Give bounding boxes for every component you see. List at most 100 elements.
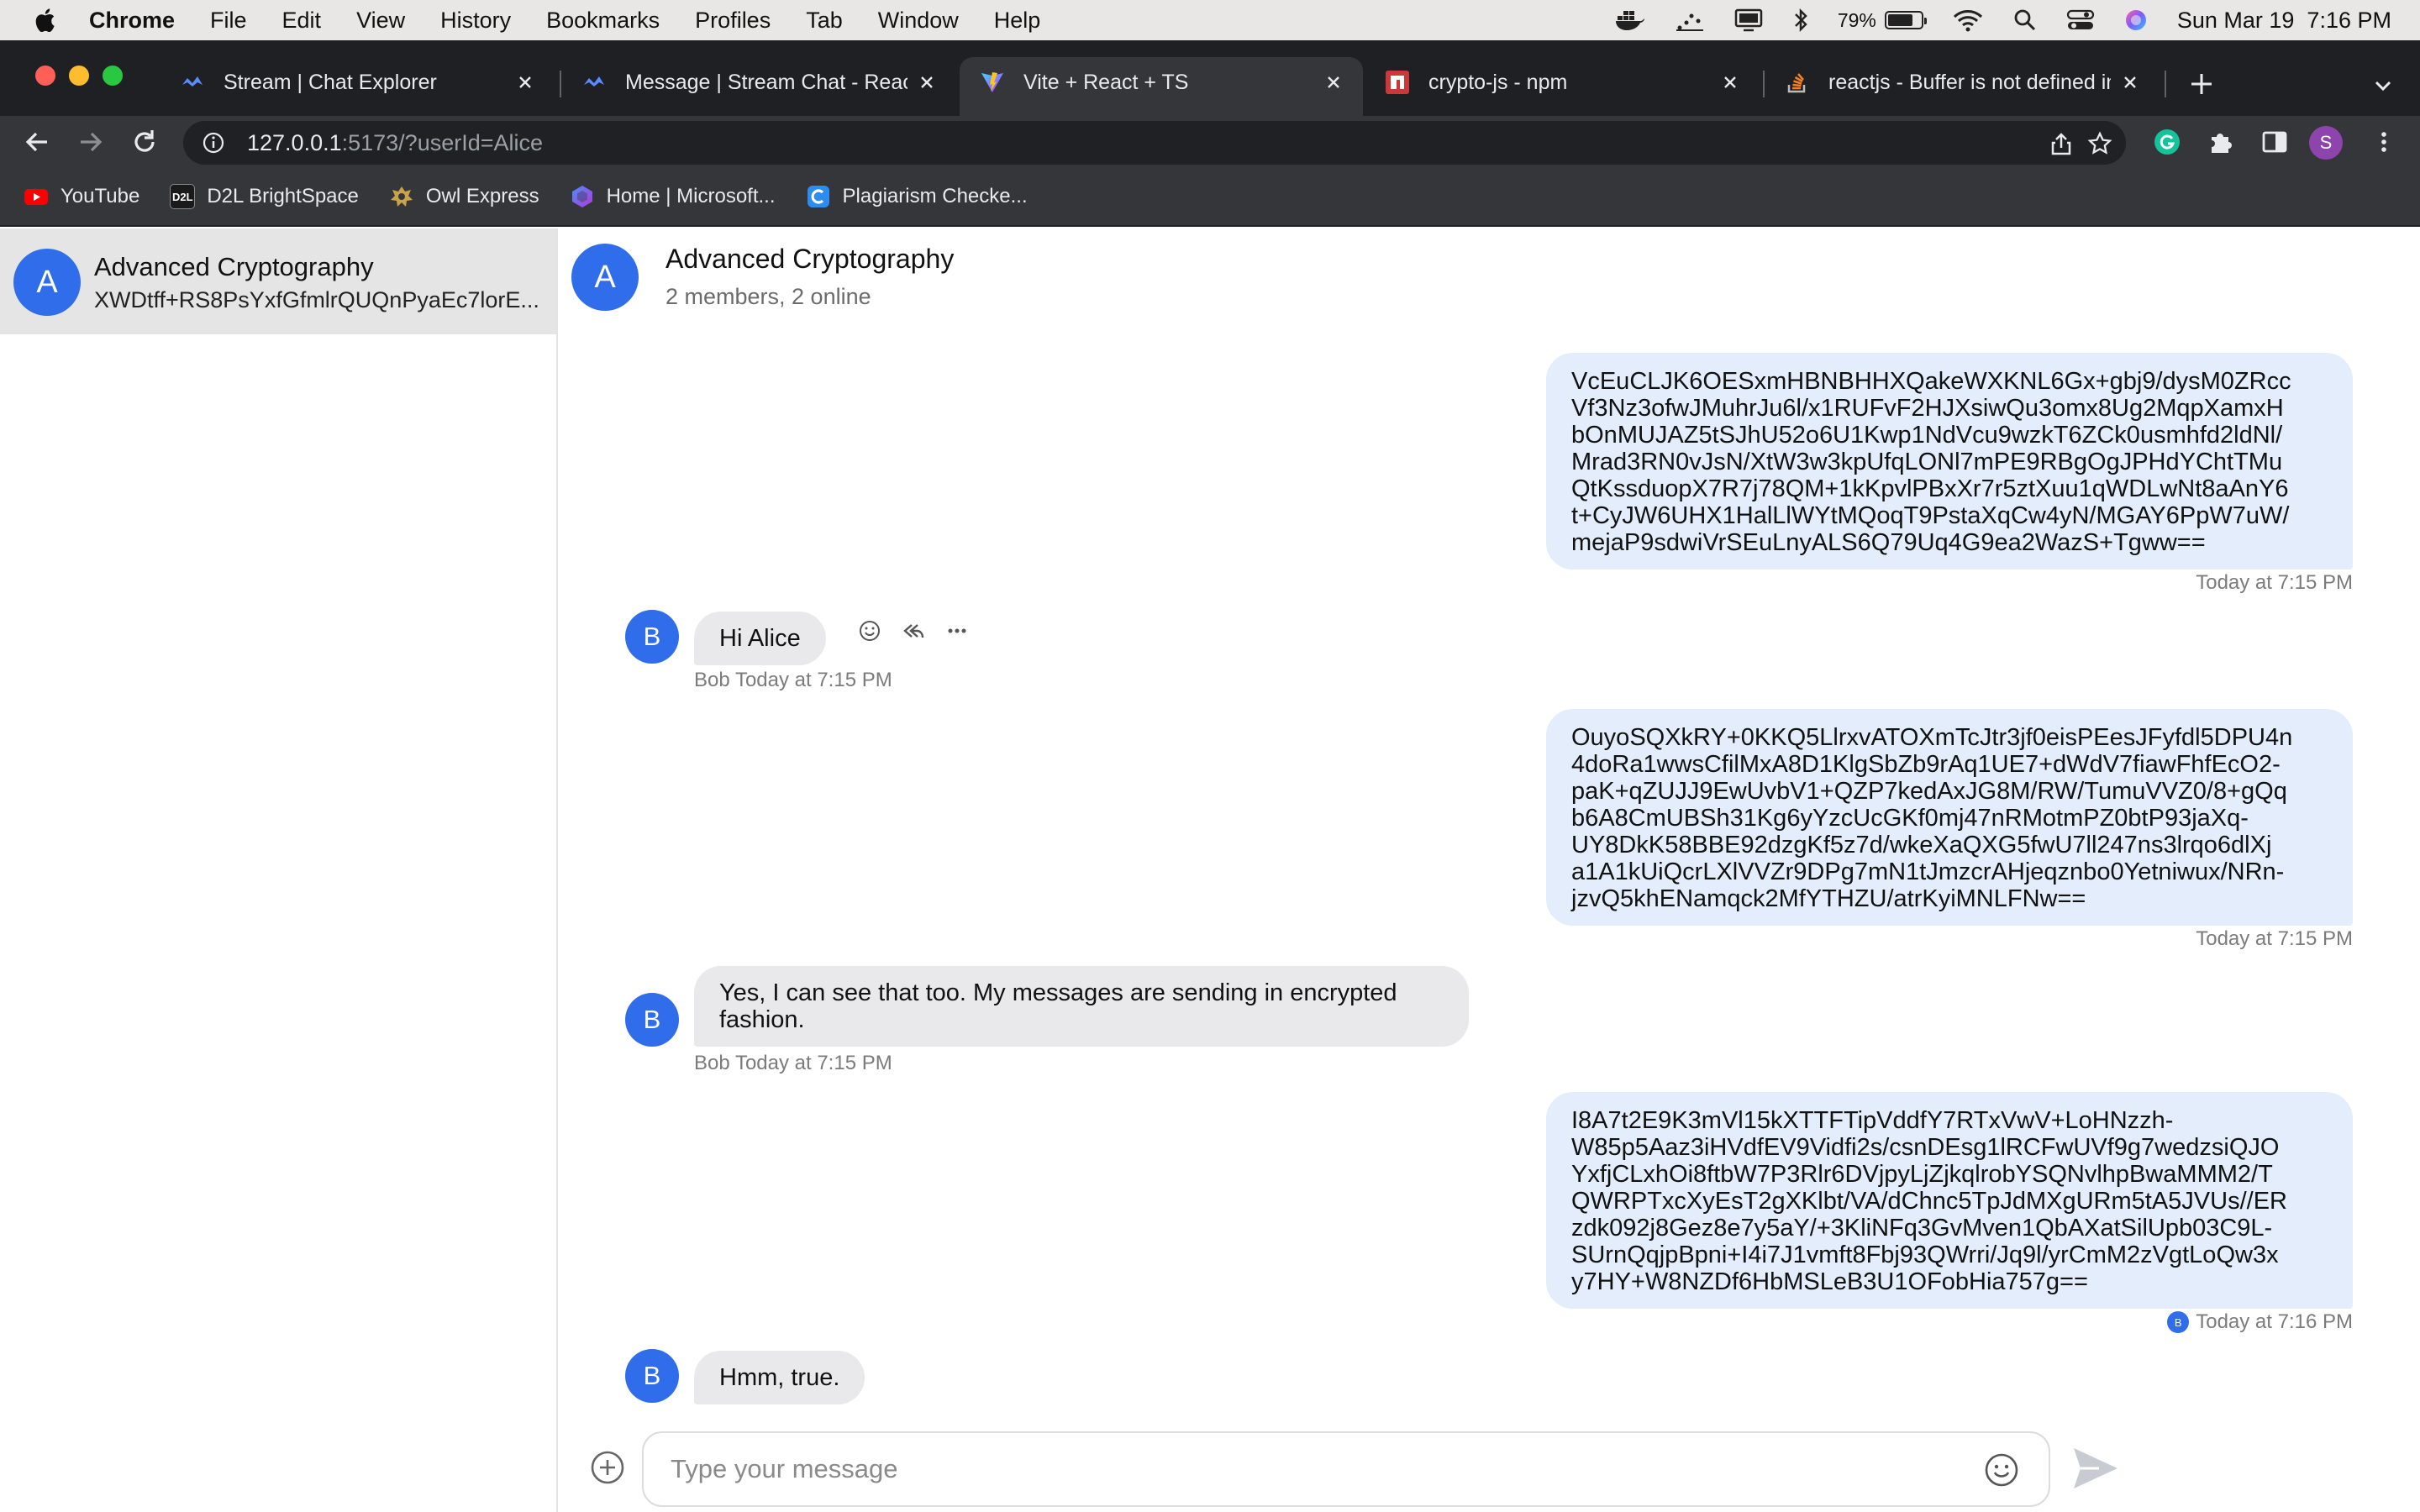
add-attachment-icon[interactable] — [590, 1450, 625, 1485]
send-icon[interactable] — [2070, 1445, 2121, 1492]
message-input-wrapper — [642, 1431, 2050, 1507]
battery-icon — [1884, 11, 1927, 29]
tab-stream-chat-explorer[interactable]: Stream | Chat Explorer — [160, 57, 555, 108]
profile-avatar[interactable]: S — [2309, 126, 2343, 160]
share-icon[interactable] — [2049, 131, 2074, 156]
menu-history[interactable]: History — [440, 8, 511, 34]
chat-window: A Advanced Cryptography 2 members, 2 onl… — [558, 228, 2420, 1512]
read-receipt-avatar: B — [2167, 1311, 2190, 1333]
new-tab-icon[interactable] — [2188, 71, 2215, 97]
channel-last-message: XWDtff+RS8PsYxfGfmlrQUQnPyaEc7lorE... — [94, 287, 539, 312]
menu-profiles[interactable]: Profiles — [695, 8, 771, 34]
menu-view[interactable]: View — [356, 8, 405, 34]
forward-arrow-icon[interactable] — [76, 127, 106, 157]
tab-search-chevron-icon[interactable] — [2371, 74, 2395, 97]
tab-reactjs-buffer-stackoverflow[interactable]: reactjs - Buffer is not defined in — [1765, 57, 2160, 108]
emoji-reaction-icon[interactable] — [857, 618, 882, 643]
stream-logo-icon — [584, 76, 604, 87]
menu-bookmarks[interactable]: Bookmarks — [546, 8, 660, 34]
my-message-bubble[interactable]: I8A7t2E9K3mVl15kXTTFTipVddfY7RTxVwV+LoHN… — [1546, 1092, 2353, 1309]
apple-logo-icon[interactable] — [32, 6, 60, 34]
youtube-icon — [24, 189, 48, 205]
bookmark-star-icon[interactable] — [2087, 131, 2112, 156]
extensions-puzzle-icon[interactable] — [2207, 128, 2235, 156]
other-message-bubble[interactable]: Yes, I can see that too. My messages are… — [694, 966, 1469, 1047]
close-icon[interactable] — [1721, 73, 1739, 92]
d2l-icon: D2L — [170, 184, 196, 209]
channel-header: A Advanced Cryptography 2 members, 2 onl… — [558, 228, 2420, 329]
kebab-menu-icon[interactable] — [2370, 128, 2398, 156]
header-channel-avatar: A — [571, 244, 639, 311]
wifi-icon[interactable] — [1952, 8, 1984, 33]
url-host: 127.0.0.1 — [247, 129, 342, 155]
close-icon[interactable] — [2121, 73, 2139, 92]
message-input[interactable] — [671, 1454, 1931, 1484]
stream-logo-icon — [182, 76, 203, 87]
bookmark-youtube[interactable]: YouTube — [24, 184, 139, 209]
tab-stream-chat-react[interactable]: Message | Stream Chat - React — [561, 57, 956, 108]
back-arrow-icon[interactable] — [22, 127, 52, 157]
activity-dots-icon[interactable] — [1675, 8, 1705, 33]
my-message-bubble[interactable]: VcEuCLJK6OESxmHBNBHHXQakeWXKNL6Gx+gbj9/d… — [1546, 353, 2353, 570]
microsoft-icon — [571, 186, 592, 207]
emoji-picker-icon[interactable] — [1983, 1452, 2020, 1488]
channel-preview-advanced-cryptography[interactable]: A Advanced Cryptography XWDtff+RS8PsYxfG… — [0, 228, 556, 334]
bookmark-d2l[interactable]: D2L D2L BrightSpace — [170, 184, 359, 209]
bob-avatar[interactable]: B — [625, 993, 679, 1047]
tab-separator — [2165, 71, 2166, 97]
close-icon[interactable] — [516, 73, 534, 92]
reload-icon[interactable] — [129, 127, 160, 157]
other-message-bubble[interactable]: Hmm, true. — [694, 1351, 865, 1404]
owl-icon — [390, 186, 413, 207]
my-message-bubble[interactable]: OuyoSQXkRY+0KKQ5LlrxvATOXmTcJtr3jf0eisPE… — [1546, 709, 2353, 926]
browser-tab-strip: Stream | Chat Explorer Message | Stream … — [0, 40, 2420, 124]
more-options-icon[interactable] — [944, 618, 970, 643]
reply-icon[interactable] — [901, 618, 926, 643]
zoom-window-button[interactable] — [103, 66, 123, 86]
vite-logo-icon — [981, 72, 1003, 92]
tab-vite-react-ts[interactable]: Vite + React + TS — [960, 57, 1363, 124]
message-timestamp: Today at 7:15 PM — [2196, 927, 2353, 950]
bookmark-owl-express[interactable]: Owl Express — [389, 184, 539, 209]
docker-icon[interactable] — [1614, 8, 1646, 33]
menu-window[interactable]: Window — [878, 8, 959, 34]
channel-name: Advanced Cryptography — [94, 252, 374, 281]
grammarly-extension-icon[interactable] — [2153, 128, 2181, 156]
macos-menu-bar: Chrome File Edit View History Bookmarks … — [0, 0, 2420, 40]
minimize-window-button[interactable] — [69, 66, 89, 86]
menu-edit[interactable]: Edit — [282, 8, 322, 34]
siri-icon[interactable] — [2123, 8, 2149, 33]
other-message-bubble[interactable]: Hi Alice — [694, 612, 826, 665]
message-composer — [558, 1420, 2420, 1512]
menu-app-name[interactable]: Chrome — [89, 8, 175, 34]
bookmark-plagiarism-checker[interactable]: Plagiarism Checke... — [806, 184, 1028, 209]
tab-crypto-js-npm[interactable]: crypto-js - npm — [1365, 57, 1760, 108]
control-center-icon[interactable] — [2066, 8, 2095, 33]
site-info-icon[interactable] — [202, 131, 225, 155]
bob-avatar[interactable]: B — [625, 610, 679, 664]
side-panel-icon[interactable] — [2260, 128, 2289, 156]
spotlight-search-icon[interactable] — [2012, 8, 2038, 33]
bookmark-microsoft-home[interactable]: Home | Microsoft... — [570, 184, 776, 209]
menu-tab[interactable]: Tab — [806, 8, 843, 34]
channel-list: A Advanced Cryptography XWDtff+RS8PsYxfG… — [0, 228, 558, 1512]
menu-file[interactable]: File — [210, 8, 247, 34]
address-bar[interactable]: 127.0.0.1:5173/?userId=Alice — [183, 121, 2126, 165]
close-icon[interactable] — [1324, 73, 1343, 92]
message-timestamp: Today at 7:15 PM — [2196, 571, 2353, 594]
battery-indicator[interactable]: 79% — [1838, 9, 1927, 32]
close-icon[interactable] — [918, 73, 936, 92]
close-window-button[interactable] — [35, 66, 55, 86]
header-channel-title: Advanced Cryptography — [666, 244, 955, 274]
plagiarism-icon — [807, 186, 829, 207]
menu-help[interactable]: Help — [994, 8, 1041, 34]
url-path: :5173/?userId=Alice — [341, 129, 544, 155]
message-timestamp: B Today at 7:16 PM — [2167, 1310, 2353, 1334]
bookmarks-bar: YouTube D2L D2L BrightSpace Owl Express … — [0, 168, 2420, 227]
message-time: Today at 7:15 PM — [734, 1052, 892, 1074]
display-icon[interactable] — [1733, 8, 1764, 33]
bob-avatar[interactable]: B — [625, 1349, 679, 1403]
message-author-time: Bob Today at 7:15 PM — [694, 669, 892, 692]
menu-bar-clock[interactable]: Sun Mar 19 7:16 PM — [2177, 8, 2391, 34]
bluetooth-icon[interactable] — [1792, 8, 1809, 33]
